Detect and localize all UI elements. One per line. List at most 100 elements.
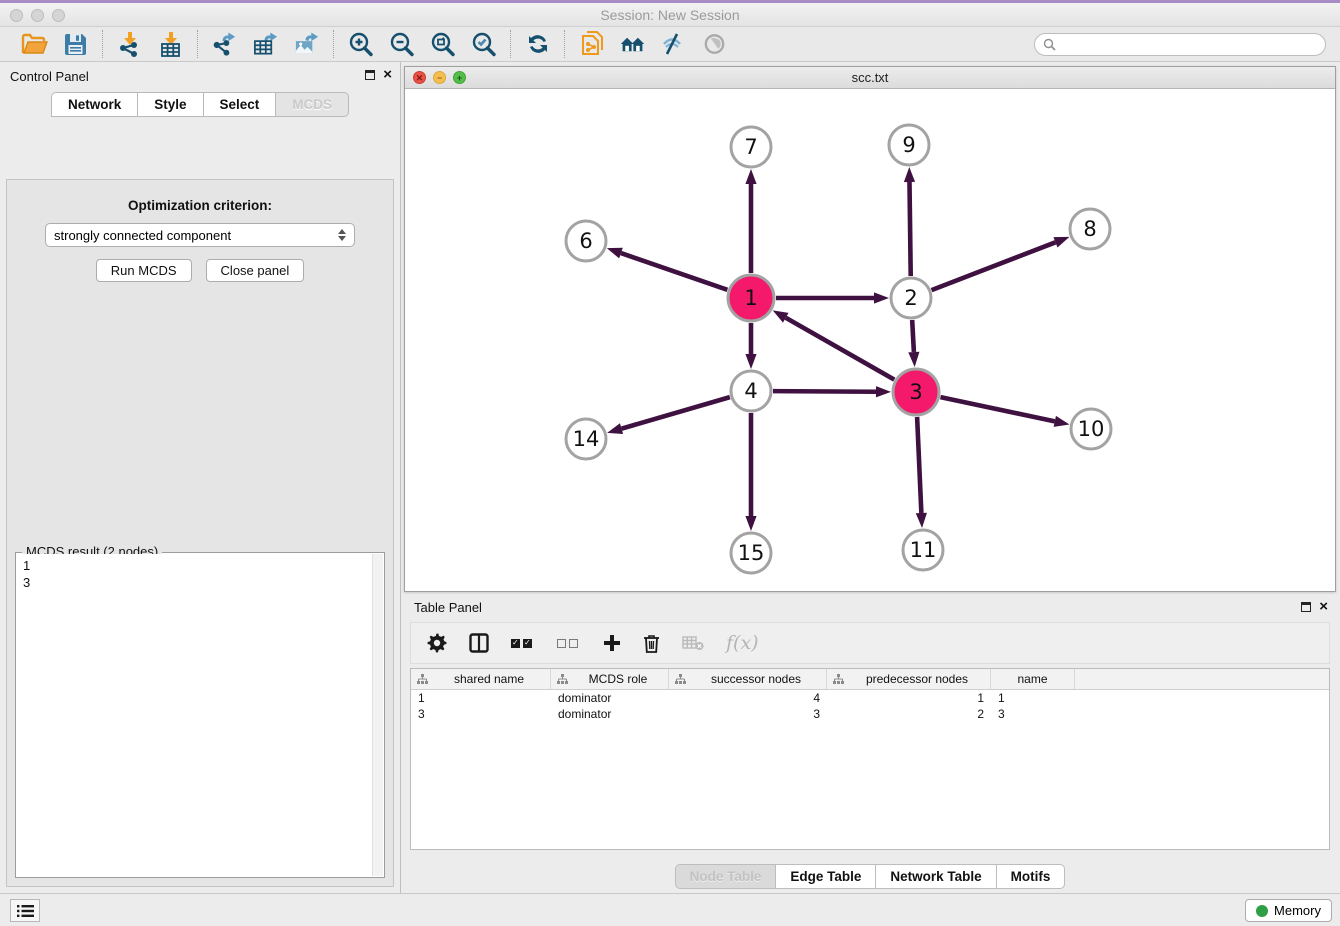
- memory-button[interactable]: Memory: [1245, 899, 1332, 922]
- cell-MCDS-role[interactable]: dominator: [551, 706, 669, 722]
- table-tabs: Node TableEdge TableNetwork TableMotifs: [404, 864, 1336, 889]
- control-tab-select[interactable]: Select: [203, 92, 276, 117]
- memory-status-dot: [1256, 905, 1268, 917]
- edge-3-11[interactable]: [917, 417, 921, 513]
- close-panel-icon[interactable]: ×: [383, 70, 392, 80]
- refresh-icon[interactable]: [524, 31, 551, 58]
- graph-node-label-10: 10: [1078, 417, 1105, 441]
- delete-table-icon: [682, 635, 704, 651]
- network-canvas[interactable]: 1234678910111415: [405, 89, 1335, 591]
- float-panel-icon[interactable]: [365, 70, 375, 80]
- window-titlebar: Session: New Session: [0, 3, 1340, 27]
- cell-successor-nodes[interactable]: 3: [669, 706, 827, 722]
- zoom-selected-icon[interactable]: [470, 31, 497, 58]
- control-tab-mcds[interactable]: MCDS: [275, 92, 349, 117]
- edge-3-10[interactable]: [940, 397, 1054, 421]
- search-input[interactable]: [1056, 37, 1317, 51]
- table-panel: Table Panel ×: [404, 594, 1336, 888]
- network-window-titlebar[interactable]: ✕ − + scc.txt: [405, 67, 1335, 89]
- column-header-name[interactable]: name: [991, 669, 1075, 689]
- import-table-icon[interactable]: [157, 31, 184, 58]
- cell-name[interactable]: 3: [991, 706, 1075, 722]
- table-settings-gear-icon[interactable]: [427, 633, 447, 653]
- zoom-fit-icon[interactable]: [429, 31, 456, 58]
- graph-node-label-6: 6: [579, 229, 592, 253]
- control-tab-style[interactable]: Style: [137, 92, 202, 117]
- save-session-icon[interactable]: [62, 31, 89, 58]
- delete-column-icon[interactable]: [643, 634, 660, 653]
- graph-node-label-4: 4: [744, 379, 757, 403]
- edge-1-6[interactable]: [621, 253, 727, 290]
- show-icon[interactable]: [701, 31, 728, 58]
- edge-4-14[interactable]: [622, 397, 730, 429]
- cell-name[interactable]: 1: [991, 690, 1075, 706]
- home-icon[interactable]: [619, 31, 646, 58]
- mcds-tab-content: Optimization criterion: strongly connect…: [6, 179, 394, 887]
- edge-4-3[interactable]: [773, 391, 876, 392]
- edge-3-1[interactable]: [786, 318, 895, 380]
- close-table-panel-icon[interactable]: ×: [1319, 602, 1328, 612]
- network-graph[interactable]: 1234678910111415: [405, 89, 1335, 591]
- graph-node-label-9: 9: [902, 133, 915, 157]
- hide-icon[interactable]: [660, 31, 687, 58]
- edge-arrow-1-2: [874, 292, 889, 303]
- criterion-select[interactable]: strongly connected component: [45, 223, 355, 247]
- table-tab-edge-table[interactable]: Edge Table: [775, 864, 875, 889]
- run-mcds-button[interactable]: Run MCDS: [96, 259, 192, 282]
- close-panel-button[interactable]: Close panel: [206, 259, 305, 282]
- column-header-predecessor-nodes[interactable]: predecessor nodes: [827, 669, 991, 689]
- export-image-icon[interactable]: [293, 31, 320, 58]
- table-tab-network-table[interactable]: Network Table: [875, 864, 995, 889]
- export-network-icon[interactable]: [211, 31, 238, 58]
- task-history-button[interactable]: [10, 899, 40, 922]
- zoom-out-icon[interactable]: [388, 31, 415, 58]
- cell-successor-nodes[interactable]: 4: [669, 690, 827, 706]
- table-panel-title: Table Panel: [414, 600, 482, 615]
- cell-shared-name[interactable]: 1: [411, 690, 551, 706]
- table-row-1[interactable]: 1dominator411: [411, 690, 1329, 706]
- column-header-successor-nodes[interactable]: successor nodes: [669, 669, 827, 689]
- toggle-column-pane-icon[interactable]: [469, 633, 489, 653]
- table-row-2[interactable]: 3dominator323: [411, 706, 1329, 722]
- optimization-criterion-label: Optimization criterion:: [7, 198, 393, 213]
- float-table-panel-icon[interactable]: [1301, 602, 1311, 612]
- graph-node-label-14: 14: [573, 427, 600, 451]
- graph-node-label-2: 2: [904, 286, 917, 310]
- result-scrollbar[interactable]: [372, 554, 383, 876]
- import-network-icon[interactable]: [116, 31, 143, 58]
- edge-2-3[interactable]: [912, 320, 914, 352]
- edge-arrow-4-15: [745, 516, 756, 531]
- edge-arrow-1-6: [607, 248, 623, 259]
- deselect-all-columns-icon[interactable]: [557, 639, 581, 648]
- window-title: Session: New Session: [0, 7, 1340, 23]
- function-builder-icon: f(x): [726, 632, 759, 654]
- edge-2-9[interactable]: [909, 182, 910, 276]
- graph-node-label-15: 15: [738, 541, 765, 565]
- cell-predecessor-nodes[interactable]: 1: [827, 690, 991, 706]
- zoom-in-icon[interactable]: [347, 31, 374, 58]
- cell-predecessor-nodes[interactable]: 2: [827, 706, 991, 722]
- cell-shared-name[interactable]: 3: [411, 706, 551, 722]
- graph-node-label-3: 3: [909, 380, 922, 404]
- memory-label: Memory: [1274, 903, 1321, 918]
- column-header-MCDS-role[interactable]: MCDS role: [551, 669, 669, 689]
- export-table-icon[interactable]: [252, 31, 279, 58]
- column-header-shared-name[interactable]: shared name: [411, 669, 551, 689]
- network-window-title: scc.txt: [405, 67, 1335, 89]
- search-box[interactable]: [1034, 33, 1326, 56]
- mcds-result-text[interactable]: 1 3: [17, 554, 372, 876]
- graph-node-label-8: 8: [1083, 217, 1096, 241]
- new-network-from-selection-icon[interactable]: [578, 31, 605, 58]
- table-tab-node-table[interactable]: Node Table: [675, 864, 776, 889]
- cell-MCDS-role[interactable]: dominator: [551, 690, 669, 706]
- control-tab-network[interactable]: Network: [51, 92, 137, 117]
- hierarchy-icon: [417, 674, 428, 684]
- table-tab-motifs[interactable]: Motifs: [996, 864, 1066, 889]
- add-column-icon[interactable]: [603, 634, 621, 652]
- column-header-label: name: [997, 672, 1068, 686]
- select-all-columns-icon[interactable]: [511, 639, 535, 648]
- open-session-icon[interactable]: [21, 31, 48, 58]
- search-icon: [1043, 38, 1056, 51]
- node-table[interactable]: shared nameMCDS rolesuccessor nodesprede…: [410, 668, 1330, 850]
- edge-2-8[interactable]: [932, 242, 1056, 290]
